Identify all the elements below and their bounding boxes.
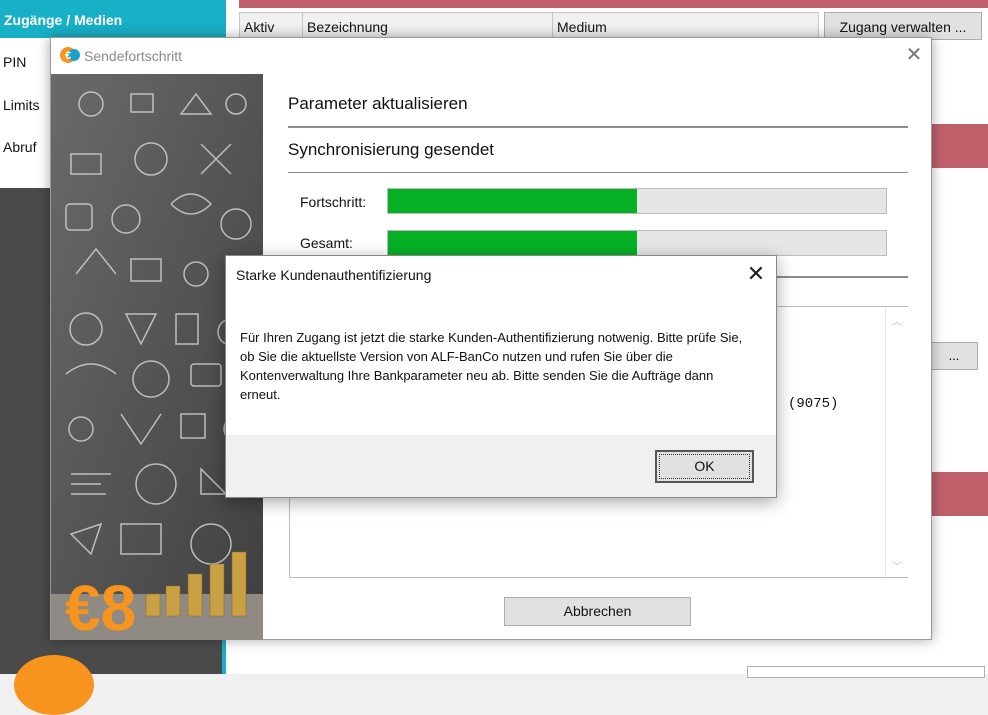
brand-logo: €8 xyxy=(65,572,136,640)
total-progress-bar-fill xyxy=(388,231,637,255)
more-button[interactable]: ... xyxy=(930,342,978,370)
sidebar-item-pin[interactable]: PIN xyxy=(3,54,26,70)
step-sync-sent: Synchronisierung gesendet xyxy=(288,140,495,159)
dialog-title: Sendefortschritt xyxy=(84,48,183,64)
total-progress-bar xyxy=(387,230,887,256)
dialog-message: Für Ihren Zugang ist jetzt die starke Ku… xyxy=(240,330,743,402)
bottom-field[interactable] xyxy=(747,666,985,678)
sca-dialog: Starke Kundenauthentifizierung ✕ Für Ihr… xyxy=(225,255,777,498)
ok-button[interactable]: OK xyxy=(655,450,754,483)
section-header-bar xyxy=(930,472,988,516)
app-logo-icon: € xyxy=(60,47,80,63)
sidebar-title: Zugänge / Medien xyxy=(0,0,224,38)
total-label: Gesamt: xyxy=(300,235,353,251)
progress-bar-fill xyxy=(388,189,637,213)
sidebar-item-limits[interactable]: Limits xyxy=(3,97,40,113)
svg-text:€: € xyxy=(65,50,71,62)
progress-label: Fortschritt: xyxy=(300,194,367,210)
scroll-up-icon[interactable]: ︿ xyxy=(892,313,902,328)
access-table-header: Aktiv Bezeichnung Medium xyxy=(239,12,819,39)
cancel-button[interactable]: Abbrechen xyxy=(504,597,691,626)
column-separator xyxy=(552,13,553,39)
logo-icon xyxy=(14,655,94,715)
dialog-titlebar xyxy=(51,38,931,74)
manage-access-button[interactable]: Zugang verwalten ... xyxy=(824,12,982,40)
step-parameter-update: Parameter aktualisieren xyxy=(288,94,468,113)
sidebar-item-abruf[interactable]: Abruf xyxy=(3,139,36,155)
column-header-active[interactable]: Aktiv xyxy=(244,19,274,35)
close-icon[interactable]: ✕ xyxy=(903,44,925,66)
column-header-name[interactable]: Bezeichnung xyxy=(307,19,388,35)
log-line: (9075) xyxy=(788,396,839,412)
divider xyxy=(288,172,908,173)
progress-bar xyxy=(387,188,887,214)
column-header-medium[interactable]: Medium xyxy=(557,19,607,35)
divider xyxy=(288,126,908,128)
column-separator xyxy=(302,13,303,39)
section-header-bar xyxy=(239,0,988,8)
section-header-bar xyxy=(930,124,988,168)
scroll-down-icon[interactable]: ﹀ xyxy=(892,558,902,573)
dialog-title: Starke Kundenauthentifizierung xyxy=(236,267,432,283)
log-scrollbar[interactable]: ︿ ﹀ xyxy=(885,307,908,577)
close-icon[interactable]: ✕ xyxy=(744,262,768,286)
